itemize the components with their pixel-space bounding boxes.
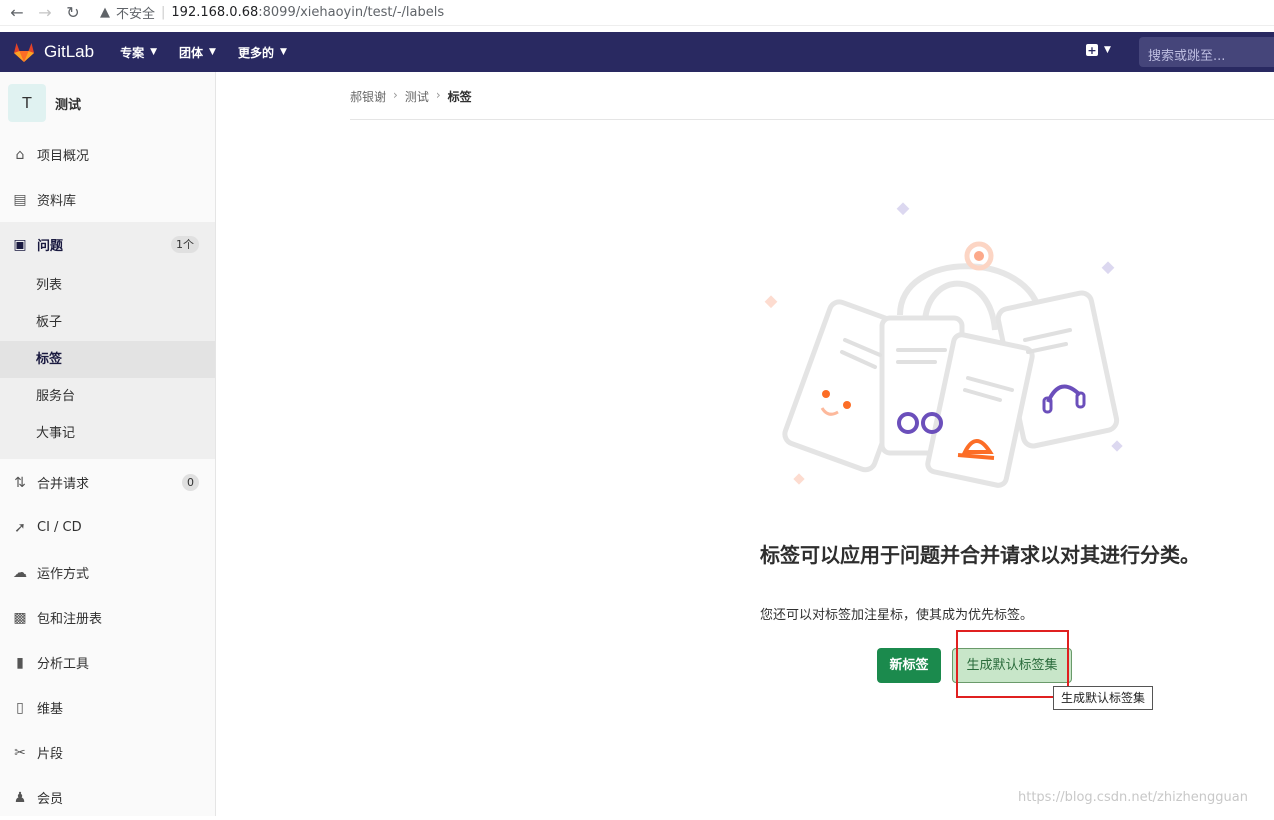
reload-icon[interactable]: ↻ xyxy=(62,3,84,22)
sidebar-item-label: 资料库 xyxy=(37,194,77,209)
breadcrumb-current[interactable]: 标签 xyxy=(448,88,472,105)
watermark: https://blog.csdn.net/zhizhengguan xyxy=(1018,790,1248,805)
sidebar-item-packages[interactable]: ▩ 包和注册表 xyxy=(0,595,215,640)
plus-icon: + xyxy=(1086,43,1098,57)
breadcrumb-user[interactable]: 郝银谢 xyxy=(350,88,386,105)
gitlab-logo[interactable]: GitLab xyxy=(12,40,94,64)
insecure-label: 不安全 xyxy=(116,7,156,22)
logo-text: GitLab xyxy=(44,42,95,61)
sidebar-sub-milestones[interactable]: 大事记 xyxy=(0,415,215,452)
sidebar-item-label: 包和注册表 xyxy=(37,612,103,627)
sidebar-item-merge-requests[interactable]: ⇅ 合并请求 0 xyxy=(0,460,215,505)
sidebar-item-label: 会员 xyxy=(37,792,64,807)
sidebar-item-label: CI / CD xyxy=(37,520,82,535)
chevron-right-icon: › xyxy=(393,88,398,102)
menu-projects[interactable]: 专案 ▼ xyxy=(120,44,157,61)
sidebar-item-label: 维基 xyxy=(37,702,64,717)
menu-groups[interactable]: 团体 ▼ xyxy=(179,44,216,61)
sidebar-item-label: 问题 xyxy=(37,239,64,254)
top-navbar: GitLab 专案 ▼ 团体 ▼ 更多的 ▼ + ▼ 搜索或跳至... xyxy=(0,32,1274,72)
sidebar-item-snippets[interactable]: ✂ 片段 xyxy=(0,730,215,775)
merge-requests-count-badge: 0 xyxy=(182,474,199,491)
url-separator: | xyxy=(161,5,166,20)
cloud-gear-icon: ☁ xyxy=(13,564,27,581)
tooltip: 生成默认标签集 xyxy=(1053,686,1153,710)
users-icon: ♟ xyxy=(13,789,27,806)
empty-state-description: 您还可以对标签加注星标，使其成为优先标签。 xyxy=(760,608,1034,623)
sidebar-item-repository[interactable]: ▤ 资料库 xyxy=(0,177,215,222)
forward-icon[interactable]: → xyxy=(34,3,56,22)
search-input[interactable]: 搜索或跳至... xyxy=(1139,37,1274,67)
chart-icon: ▮ xyxy=(16,654,24,671)
issues-submenu: 列表 板子 标签 服务台 大事记 xyxy=(0,267,215,459)
menu-groups-label: 团体 xyxy=(179,45,204,60)
sidebar-item-wiki[interactable]: ▯ 维基 xyxy=(0,685,215,730)
sidebar-sub-list[interactable]: 列表 xyxy=(0,267,215,304)
sidebar-item-label: 运作方式 xyxy=(37,567,90,582)
sidebar-item-overview[interactable]: ⌂ 项目概况 xyxy=(0,132,215,177)
menu-projects-label: 专案 xyxy=(120,45,145,60)
empty-state-title: 标签可以应用于问题并合并请求以对其进行分类。 xyxy=(760,543,1200,567)
sidebar-item-members[interactable]: ♟ 会员 xyxy=(0,775,215,820)
breadcrumb-project[interactable]: 测试 xyxy=(405,88,429,105)
package-icon: ▩ xyxy=(13,609,27,626)
chevron-down-icon: ▼ xyxy=(209,47,216,57)
book-icon: ▯ xyxy=(16,699,24,716)
menu-more[interactable]: 更多的 ▼ xyxy=(238,44,287,61)
new-dropdown-button[interactable]: + ▼ xyxy=(1086,43,1111,57)
sidebar-item-label: 项目概况 xyxy=(37,149,90,164)
chevron-down-icon: ▼ xyxy=(279,47,287,57)
doc-icon: ▤ xyxy=(13,191,27,208)
breadcrumb-divider xyxy=(350,119,1274,120)
issues-icon: ▣ xyxy=(13,236,27,253)
scissors-icon: ✂ xyxy=(14,744,26,761)
top-menu: 专案 ▼ 团体 ▼ 更多的 ▼ xyxy=(120,44,309,61)
labels-empty-illustration xyxy=(764,202,1123,488)
sidebar-sub-labels[interactable]: 标签 xyxy=(0,341,215,378)
browser-url-bar: ← → ↻ ▲ 不安全 | 192.168.0.68 :8099/xiehaoy… xyxy=(0,0,1274,26)
new-label-button[interactable]: 新标签 xyxy=(877,648,941,683)
sidebar-item-operations[interactable]: ☁ 运作方式 xyxy=(0,550,215,595)
breadcrumb: 郝银谢 › 测试 › 标签 xyxy=(350,88,472,105)
sidebar-item-label: 片段 xyxy=(37,747,64,762)
menu-more-label: 更多的 xyxy=(237,45,274,60)
sidebar-sub-boards[interactable]: 板子 xyxy=(0,304,215,341)
rocket-icon: ➚ xyxy=(14,519,26,536)
sidebar-item-issues[interactable]: ▣ 问题 1个 xyxy=(0,222,215,267)
merge-request-icon: ⇅ xyxy=(14,474,26,491)
project-name: 测试 xyxy=(55,97,82,113)
back-icon[interactable]: ← xyxy=(6,3,28,22)
chevron-down-icon: ▼ xyxy=(150,47,158,57)
sidebar-item-ci-cd[interactable]: ➚ CI / CD xyxy=(0,505,215,550)
warning-icon[interactable]: ▲ xyxy=(100,5,110,20)
sidebar-item-label: 分析工具 xyxy=(37,657,90,672)
project-sidebar: T 测试 ⌂ 项目概况 ▤ 资料库 ▣ 问题 1个 列表 板子 标签 服务台 大… xyxy=(0,72,216,816)
tanuki-icon xyxy=(14,43,34,62)
home-icon: ⌂ xyxy=(15,146,25,163)
project-avatar: T xyxy=(8,84,46,122)
url-path[interactable]: :8099/xiehaoyin/test/-/labels xyxy=(258,5,444,20)
issues-count-badge: 1个 xyxy=(171,236,199,253)
chevron-down-icon: ▼ xyxy=(1104,45,1111,55)
sidebar-sub-service-desk[interactable]: 服务台 xyxy=(0,378,215,415)
sidebar-item-analytics[interactable]: ▮ 分析工具 xyxy=(0,640,215,685)
sidebar-item-label: 合并请求 xyxy=(37,477,90,492)
chevron-right-icon: › xyxy=(435,88,441,102)
url-host[interactable]: 192.168.0.68 xyxy=(171,5,258,20)
sidebar-project-header[interactable]: T 测试 xyxy=(0,72,215,134)
